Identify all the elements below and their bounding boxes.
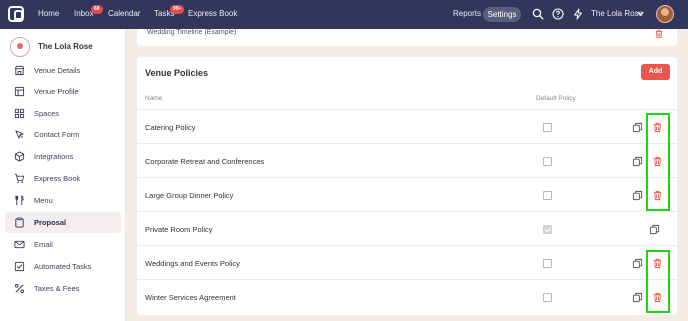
nav-calendar[interactable]: Calendar xyxy=(108,9,140,18)
policy-name[interactable]: Catering Policy xyxy=(145,123,195,132)
policy-name[interactable]: Winter Services Agreement xyxy=(145,293,236,302)
nav-express-book[interactable]: Express Book xyxy=(188,9,237,18)
store-icon xyxy=(14,65,25,76)
help-icon[interactable] xyxy=(552,8,564,20)
table-row: Winter Services Agreement xyxy=(137,279,677,313)
nav-reports[interactable]: Reports xyxy=(453,9,481,18)
sidebar-item-label: Contact Form xyxy=(34,130,80,139)
sidebar-item-taxes-fees[interactable]: Taxes & Fees xyxy=(5,278,121,299)
copy-icon[interactable] xyxy=(649,224,660,235)
sidebar-item-spaces[interactable]: Spaces xyxy=(5,103,121,124)
previous-list-card: Wedding Timeline (Example) xyxy=(137,29,677,46)
table-row: Catering Policy xyxy=(137,109,677,143)
copy-icon[interactable] xyxy=(632,122,643,133)
utensils-icon xyxy=(15,195,24,206)
search-icon[interactable] xyxy=(532,8,544,20)
copy-icon[interactable] xyxy=(632,292,643,303)
table-row: Corporate Retreat and Conferences xyxy=(137,143,677,177)
tasks-count-badge: 99+ xyxy=(170,5,185,14)
previous-item-name: Wedding Timeline (Example) xyxy=(147,29,237,36)
sidebar-item-label: Automated Tasks xyxy=(34,262,92,271)
venue-logo-icon xyxy=(10,37,30,57)
nav-settings[interactable]: Settings xyxy=(483,7,521,22)
mail-icon xyxy=(14,240,25,249)
sidebar-item-label: Menu xyxy=(34,196,53,205)
settings-sidebar: The Lola Rose Venue Details Venue Profil… xyxy=(0,29,126,321)
inbox-count-badge: 68 xyxy=(91,5,103,14)
sidebar-item-label: Express Book xyxy=(34,174,81,183)
user-avatar[interactable] xyxy=(656,5,674,23)
sidebar-item-integrations[interactable]: Integrations xyxy=(5,146,121,167)
cart-icon xyxy=(14,173,25,183)
cursor-icon xyxy=(15,130,24,139)
column-header-name: Name xyxy=(145,95,163,102)
copy-icon[interactable] xyxy=(632,156,643,167)
default-policy-checkbox[interactable] xyxy=(543,293,552,302)
default-policy-checkbox[interactable] xyxy=(543,123,552,132)
column-header-default-policy: Default Policy xyxy=(536,95,576,102)
nav-home[interactable]: Home xyxy=(38,9,59,18)
sidebar-item-label: Integrations xyxy=(34,152,74,161)
top-navigation-bar: Home Inbox 68 Calendar Tasks 99+ Express… xyxy=(0,0,688,29)
cube-icon xyxy=(14,151,25,162)
sidebar-item-proposal[interactable]: Proposal xyxy=(5,212,121,233)
grid-icon xyxy=(14,108,25,119)
policy-name[interactable]: Weddings and Events Policy xyxy=(145,259,240,268)
venue-policies-card: Venue Policies Add Name Default Policy C… xyxy=(137,57,677,315)
table-row: Private Room Policy xyxy=(137,211,677,245)
default-policy-checkbox[interactable] xyxy=(543,191,552,200)
app-logo-icon[interactable] xyxy=(8,6,24,22)
policy-name[interactable]: Large Group Dinner Policy xyxy=(145,191,233,200)
default-policy-checkbox[interactable] xyxy=(543,225,552,234)
table-row: Weddings and Events Policy xyxy=(137,245,677,279)
copy-icon[interactable] xyxy=(632,258,643,269)
sidebar-item-venue-profile[interactable]: Venue Profile xyxy=(5,81,121,102)
sidebar-item-label: Email xyxy=(34,240,53,249)
delete-buttons-highlight xyxy=(646,250,670,313)
default-policy-checkbox[interactable] xyxy=(543,259,552,268)
sidebar-item-express-book[interactable]: Express Book xyxy=(5,168,121,189)
copy-icon[interactable] xyxy=(632,190,643,201)
default-policy-checkbox[interactable] xyxy=(543,157,552,166)
sidebar-item-automated-tasks[interactable]: Automated Tasks xyxy=(5,256,121,277)
sidebar-item-menu[interactable]: Menu xyxy=(5,190,121,211)
clipboard-icon xyxy=(15,217,24,228)
lightning-icon[interactable] xyxy=(572,8,584,20)
chevron-down-icon[interactable] xyxy=(636,9,645,18)
sidebar-item-venue-details[interactable]: Venue Details xyxy=(5,60,121,81)
policy-name[interactable]: Private Room Policy xyxy=(145,225,213,234)
sidebar-item-label: Proposal xyxy=(34,218,67,227)
trash-icon[interactable] xyxy=(654,29,664,39)
section-title: Venue Policies xyxy=(145,68,209,78)
policy-name[interactable]: Corporate Retreat and Conferences xyxy=(145,157,264,166)
sidebar-item-label: Spaces xyxy=(34,109,60,118)
layout-icon xyxy=(14,86,25,97)
sidebar-item-email[interactable]: Email xyxy=(5,234,121,255)
sidebar-item-contact-form[interactable]: Contact Form xyxy=(5,124,121,145)
table-row: Large Group Dinner Policy xyxy=(137,177,677,211)
add-policy-button[interactable]: Add xyxy=(641,64,670,80)
sidebar-item-label: Venue Profile xyxy=(34,87,79,96)
sidebar-item-label: Taxes & Fees xyxy=(34,284,80,293)
venue-name: The Lola Rose xyxy=(38,42,93,51)
checkbox-icon xyxy=(14,261,25,272)
percent-icon xyxy=(14,283,25,294)
delete-buttons-highlight xyxy=(646,113,670,211)
sidebar-item-label: Venue Details xyxy=(34,66,81,75)
